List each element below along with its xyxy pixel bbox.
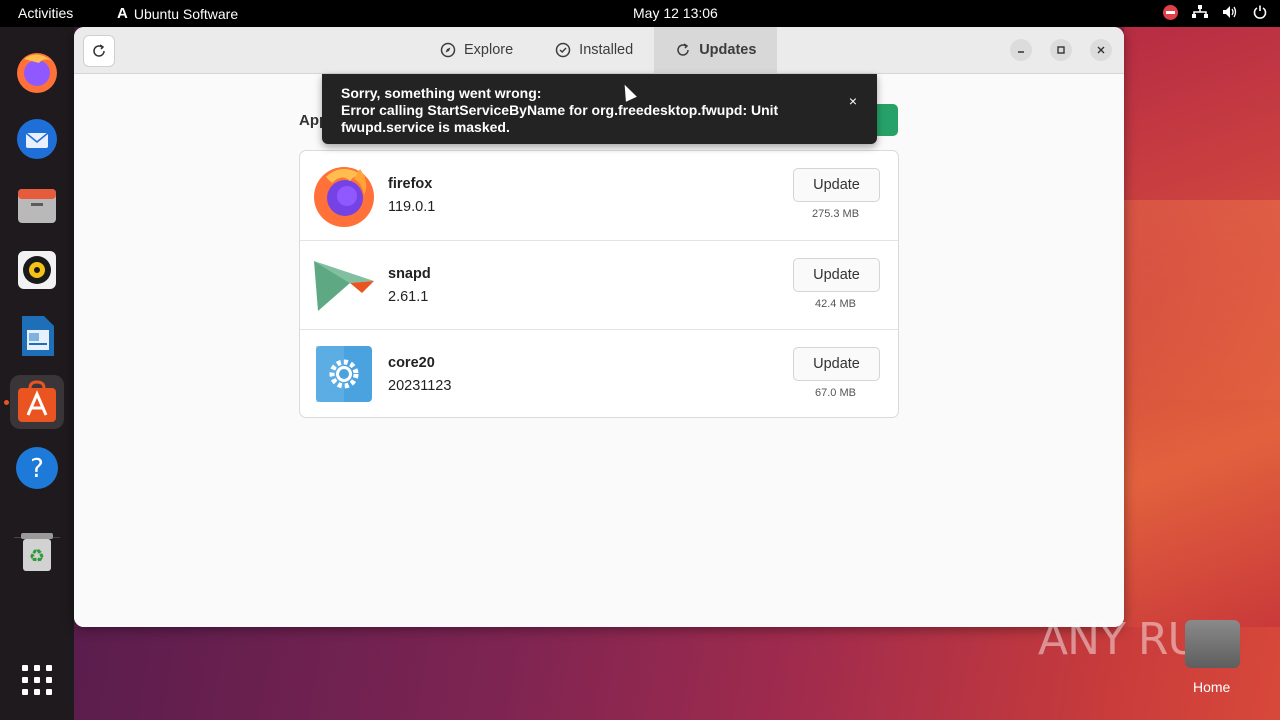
download-size: 42.4 MB	[815, 298, 856, 310]
app-version: 119.0.1	[388, 199, 436, 215]
dock-trash[interactable]: ♻	[10, 525, 64, 579]
wallpaper-highlight	[1124, 200, 1280, 400]
updates-page: Appl l firefox 119.0.1 Update 275.3 MB s…	[74, 74, 1124, 627]
firefox-icon	[312, 163, 376, 227]
dock-files[interactable]	[10, 177, 64, 231]
header-bar: Explore Installed Updates	[74, 27, 1124, 74]
top-bar: Activities A Ubuntu Software May 12 13:0…	[0, 0, 1280, 27]
clock[interactable]: May 12 13:06	[633, 5, 718, 21]
refresh-icon	[677, 43, 689, 56]
do-not-disturb-icon[interactable]	[1162, 4, 1178, 20]
tab-label: Installed	[579, 42, 634, 58]
update-button[interactable]: Update	[793, 347, 880, 381]
tab-label: Updates	[699, 42, 757, 58]
app-version: 20231123	[388, 378, 452, 394]
download-size: 67.0 MB	[815, 387, 856, 399]
app-menu-label: Ubuntu Software	[133, 5, 239, 22]
toast-line: fwupd.service is masked.	[341, 119, 510, 135]
app-name: core20	[388, 355, 435, 371]
maximize-icon	[1057, 46, 1065, 54]
compass-icon	[440, 42, 456, 58]
help-icon: ?	[16, 447, 58, 489]
list-item[interactable]: core20 20231123 Update 67.0 MB	[300, 329, 898, 418]
thunderbird-icon	[17, 119, 57, 159]
error-toast: Sorry, something went wrong: Error calli…	[322, 74, 877, 144]
dock-rhythmbox[interactable]	[10, 243, 64, 297]
check-circle-icon	[555, 42, 571, 58]
minimize-icon	[1018, 51, 1024, 53]
svg-text:?: ?	[30, 454, 44, 484]
tab-installed[interactable]: Installed	[534, 27, 654, 73]
update-button[interactable]: Update	[793, 258, 880, 292]
download-size: 275.3 MB	[811, 208, 860, 220]
toast-close-button[interactable]: ×	[849, 93, 857, 109]
dock-help[interactable]: ?	[10, 441, 64, 495]
list-item[interactable]: snapd 2.61.1 Update 42.4 MB	[300, 240, 898, 329]
app-name: firefox	[388, 176, 433, 192]
close-button[interactable]	[1090, 39, 1112, 61]
toast-line: Sorry, something went wrong:	[341, 85, 542, 101]
dock: ? ♻	[0, 27, 74, 720]
tab-explore[interactable]: Explore	[419, 27, 534, 73]
dock-ubuntu-software[interactable]	[10, 375, 64, 429]
refresh-button[interactable]	[83, 35, 115, 67]
close-icon	[1097, 46, 1105, 54]
writer-icon	[22, 316, 54, 356]
home-folder-icon[interactable]	[1185, 620, 1240, 668]
files-icon	[18, 189, 56, 223]
dock-thunderbird[interactable]	[10, 111, 64, 165]
firefox-icon	[17, 53, 57, 93]
ubuntu-software-icon: A	[117, 5, 128, 22]
list-item[interactable]: firefox 119.0.1 Update 275.3 MB	[300, 151, 898, 239]
system-tray[interactable]	[1162, 4, 1268, 20]
home-folder-label[interactable]: Home	[1193, 679, 1230, 695]
view-switcher: Explore Installed Updates	[419, 27, 778, 73]
tab-updates[interactable]: Updates	[654, 27, 778, 73]
dock-writer[interactable]	[10, 309, 64, 363]
activities-button[interactable]: Activities	[18, 5, 73, 21]
svg-text:♻: ♻	[29, 546, 45, 567]
app-version: 2.61.1	[388, 289, 429, 305]
trash-icon: ♻	[21, 533, 53, 571]
running-indicator	[4, 400, 9, 405]
core20-icon	[312, 342, 376, 406]
refresh-icon	[93, 44, 105, 57]
maximize-button[interactable]	[1050, 39, 1072, 61]
grid-icon	[22, 665, 52, 695]
ubuntu-software-icon	[18, 380, 56, 422]
ubuntu-software-window: Explore Installed Updates Appl l	[74, 27, 1124, 627]
rhythmbox-icon	[18, 251, 56, 289]
show-apps-button[interactable]	[10, 653, 64, 707]
update-button[interactable]: Update	[793, 168, 880, 202]
toast-line: Error calling StartServiceByName for org…	[341, 102, 779, 118]
toast-message: Sorry, something went wrong: Error calli…	[341, 85, 778, 136]
tab-label: Explore	[464, 42, 514, 58]
snapd-icon	[312, 253, 376, 317]
app-name: snapd	[388, 266, 431, 282]
volume-icon[interactable]	[1222, 4, 1238, 20]
minimize-button[interactable]	[1010, 39, 1032, 61]
network-icon[interactable]	[1192, 4, 1208, 20]
dock-firefox[interactable]	[10, 45, 64, 99]
updates-list: firefox 119.0.1 Update 275.3 MB snapd 2.…	[299, 150, 899, 418]
power-icon[interactable]	[1252, 4, 1268, 20]
app-menu[interactable]: A Ubuntu Software	[117, 5, 238, 22]
